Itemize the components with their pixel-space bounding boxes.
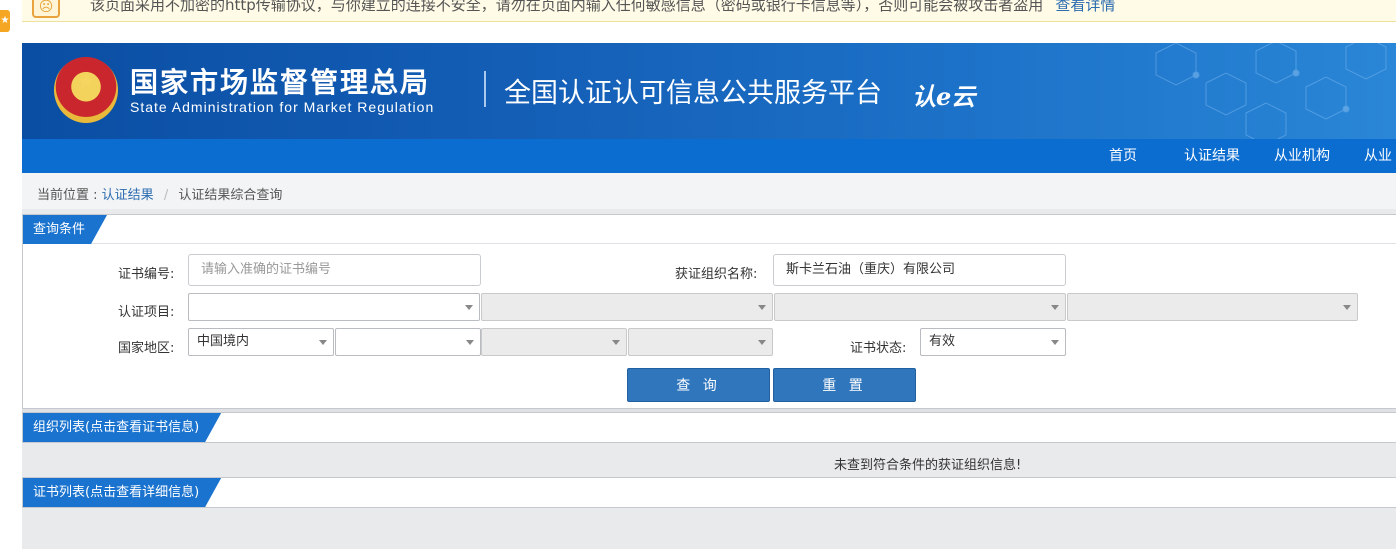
- header-divider: [484, 71, 486, 107]
- chevron-down-icon: [1051, 305, 1059, 310]
- main-nav: 首页 认证结果 从业机构 从业: [22, 139, 1396, 173]
- project-select-4[interactable]: [1067, 293, 1358, 321]
- nav-practitioners[interactable]: 从业: [1364, 139, 1392, 173]
- query-panel-header: 查询条件: [23, 215, 1396, 244]
- org-list-panel: 组织列表(点击查看证书信息): [22, 412, 1396, 443]
- chevron-down-icon: [758, 305, 766, 310]
- breadcrumb-cert-results[interactable]: 认证结果: [102, 188, 154, 203]
- region-label: 国家地区:: [118, 341, 175, 356]
- project-select-2[interactable]: [481, 293, 773, 321]
- org-name-label: 获证组织名称:: [675, 267, 758, 282]
- warning-message: 该页面采用不加密的http传输协议，与你建立的连接不安全，请勿在页面内输入任何敏…: [90, 0, 1044, 14]
- search-button[interactable]: 查 询: [627, 368, 770, 402]
- chevron-down-icon: [612, 340, 620, 345]
- status-value: 有效: [929, 334, 956, 349]
- project-select-1[interactable]: [188, 293, 480, 321]
- renyun-logo: 认e云: [912, 82, 976, 111]
- org-name-input[interactable]: 斯卡兰石油（重庆）有限公司: [773, 254, 1066, 286]
- chevron-down-icon: [1051, 340, 1059, 345]
- org-list-empty-message: 未查到符合条件的获证组织信息!: [834, 458, 1022, 473]
- status-label: 证书状态:: [850, 341, 907, 356]
- query-panel-tab: 查询条件: [23, 215, 107, 244]
- project-label: 认证项目:: [118, 305, 175, 320]
- org-list-header: 组织列表(点击查看证书信息): [23, 413, 1396, 442]
- region-select-4[interactable]: [628, 328, 773, 356]
- site-banner: 国家市场监督管理总局 State Administration for Mark…: [22, 43, 1396, 139]
- warning-details-link[interactable]: 查看详情: [1055, 0, 1115, 14]
- cert-no-label: 证书编号:: [118, 267, 175, 282]
- favorite-star-icon[interactable]: ★: [0, 10, 10, 32]
- cert-list-header: 证书列表(点击查看详细信息): [23, 478, 1396, 507]
- org-name-cn: 国家市场监督管理总局: [130, 66, 431, 99]
- nav-home[interactable]: 首页: [1109, 139, 1137, 173]
- left-gutter: ★: [0, 0, 22, 549]
- status-select[interactable]: 有效: [920, 328, 1066, 356]
- org-list-tab[interactable]: 组织列表(点击查看证书信息): [23, 413, 221, 442]
- project-select-3[interactable]: [774, 293, 1066, 321]
- breadcrumb-current: 认证结果综合查询: [178, 188, 283, 203]
- region-select-3[interactable]: [481, 328, 627, 356]
- breadcrumb-separator: /: [163, 188, 169, 203]
- platform-title: 全国认证认可信息公共服务平台: [504, 78, 882, 109]
- cert-no-input[interactable]: 请输入准确的证书编号: [188, 254, 481, 286]
- region-select-1[interactable]: 中国境内: [188, 328, 334, 356]
- reset-button[interactable]: 重 置: [773, 368, 916, 402]
- chevron-down-icon: [1343, 305, 1351, 310]
- chevron-down-icon: [319, 340, 327, 345]
- warning-text: 该页面采用不加密的http传输协议，与你建立的连接不安全，请勿在页面内输入任何敏…: [90, 0, 1115, 15]
- chevron-down-icon: [466, 340, 474, 345]
- nav-agencies[interactable]: 从业机构: [1274, 139, 1330, 173]
- region-value: 中国境内: [197, 334, 250, 349]
- breadcrumb-prefix: 当前位置 :: [37, 188, 98, 203]
- org-name-en: State Administration for Market Regulati…: [130, 99, 435, 115]
- national-emblem-icon: [54, 57, 118, 123]
- cert-list-tab[interactable]: 证书列表(点击查看详细信息): [23, 478, 221, 507]
- insecure-warning-bar: ☹ 该页面采用不加密的http传输协议，与你建立的连接不安全，请勿在页面内输入任…: [22, 0, 1396, 22]
- hexagon-pattern-icon: [1155, 43, 1387, 139]
- chevron-down-icon: [758, 340, 766, 345]
- breadcrumb: 当前位置 : 认证结果 / 认证结果综合查询: [22, 173, 1396, 209]
- cert-list-panel: 证书列表(点击查看详细信息): [22, 477, 1396, 508]
- nav-cert-results[interactable]: 认证结果: [1184, 139, 1240, 173]
- warning-face-icon: ☹: [32, 0, 60, 18]
- region-select-2[interactable]: [335, 328, 481, 356]
- chevron-down-icon: [465, 305, 473, 310]
